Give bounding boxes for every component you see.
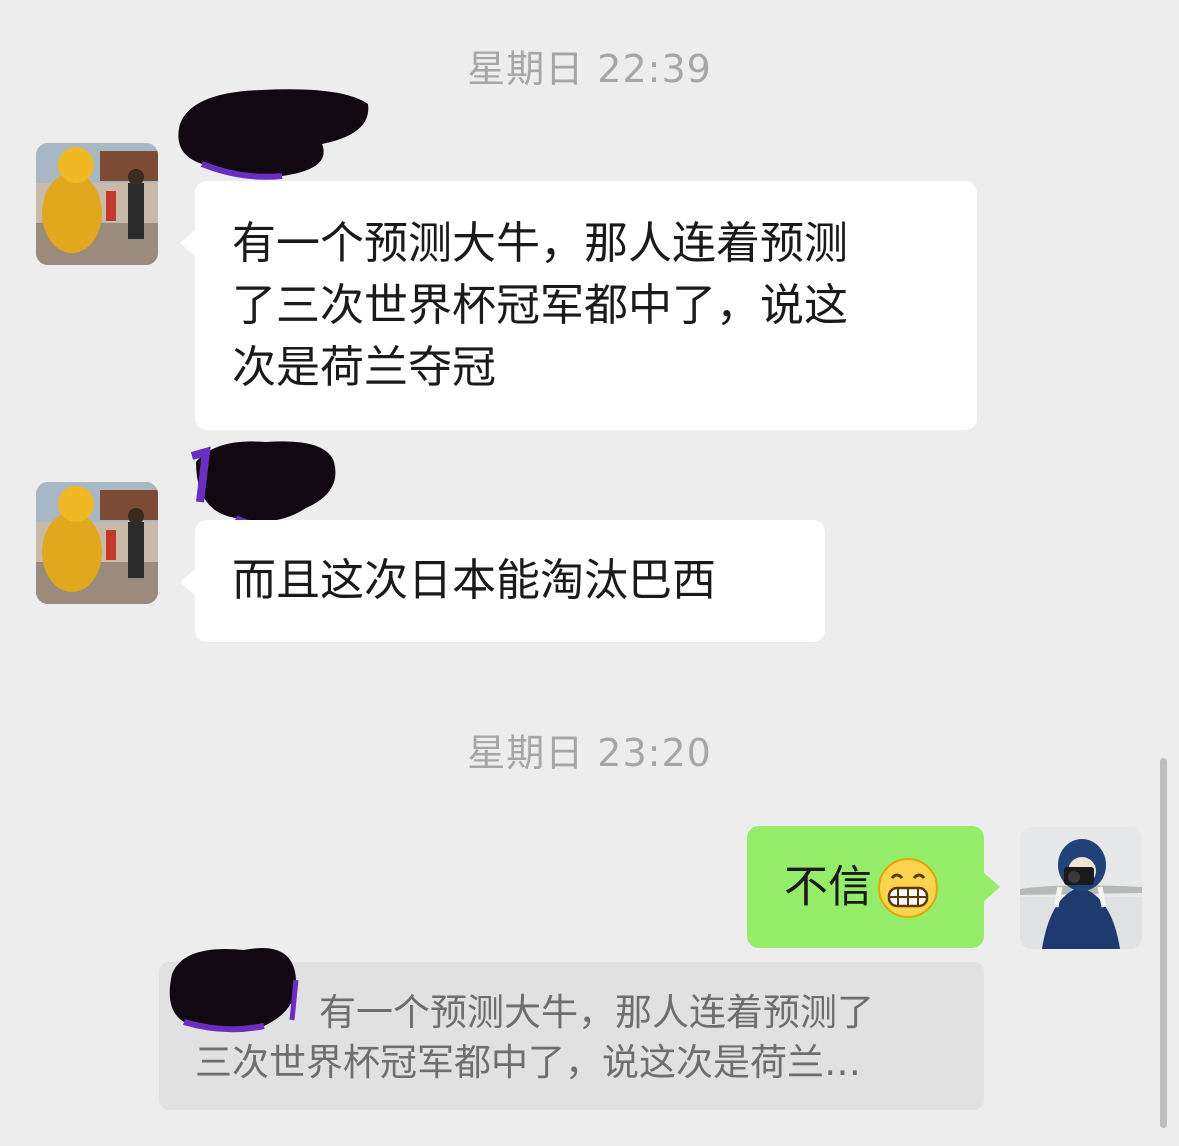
bubble-tail <box>180 229 196 257</box>
grinning-face-icon <box>876 856 940 923</box>
message-bubble-incoming[interactable]: 有一个预测大牛，那人连着预测 了三次世界杯冠军都中了，说这 次是荷兰夺冠 <box>195 181 977 430</box>
sender-name-redacted <box>172 84 372 188</box>
avatar-me[interactable] <box>1020 827 1142 949</box>
photographer-photo-icon <box>1020 827 1142 949</box>
message-line: 了三次世界杯冠军都中了，说这 <box>232 280 848 331</box>
quote-line: 三次世界杯冠军都中了，说这次是荷兰… <box>195 1041 861 1084</box>
scrollbar[interactable] <box>1160 758 1167 1128</box>
avatar-lion-dance[interactable] <box>36 482 158 604</box>
quote-sender-redacted <box>164 940 324 1044</box>
message-bubble-incoming[interactable]: 而且这次日本能淘汰巴西 <box>195 520 825 642</box>
timestamp-2: 星期日 23:20 <box>467 731 712 775</box>
message-line: 有一个预测大牛，那人连着预测 <box>232 218 848 269</box>
lion-dance-photo-icon <box>36 143 158 265</box>
bubble-tail <box>180 568 196 596</box>
message-line: 次是荷兰夺冠 <box>232 342 496 393</box>
message-bubble-outgoing[interactable]: 不信 <box>747 826 984 948</box>
message-text: 不信 <box>784 861 872 913</box>
avatar-lion-dance[interactable] <box>36 143 158 265</box>
message-text: 而且这次日本能淘汰巴西 <box>232 555 716 606</box>
lion-dance-photo-icon <box>36 482 158 604</box>
bubble-tail <box>984 873 1000 901</box>
